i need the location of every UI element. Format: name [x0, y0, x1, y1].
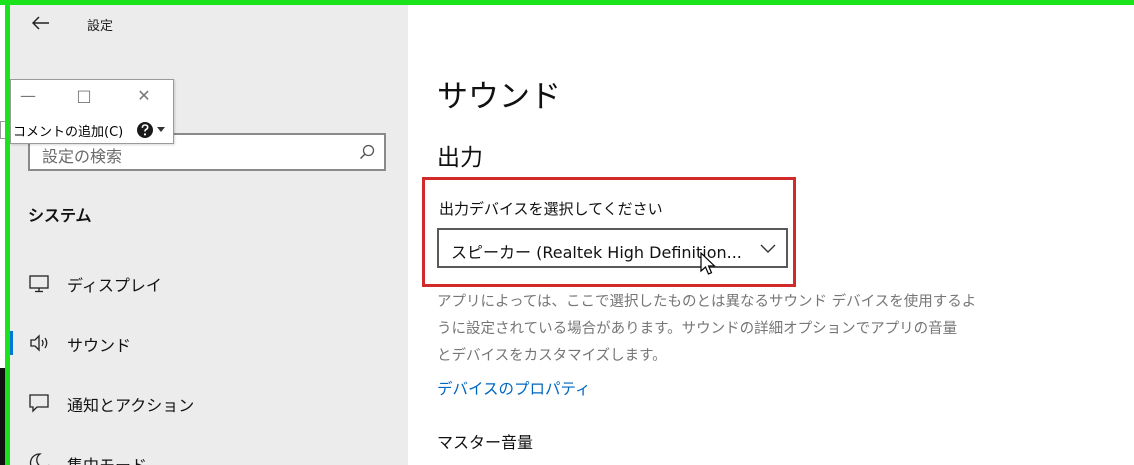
help-dropdown-arrow-icon[interactable]: [157, 127, 165, 132]
selected-indicator: [10, 331, 13, 355]
sidebar-item-label: 集中モード: [67, 452, 147, 465]
window-title: 設定: [87, 19, 114, 34]
search-placeholder: 設定の検索: [42, 147, 123, 166]
green-frame-top: [0, 0, 1134, 5]
search-icon[interactable]: [359, 144, 375, 160]
description-line: とデバイスをカスタマイズします。: [437, 348, 667, 364]
maximize-button[interactable]: □: [69, 84, 99, 108]
sidebar-item-notifications[interactable]: 通知とアクション: [10, 383, 408, 423]
sidebar-item-label: 通知とアクション: [67, 396, 195, 415]
green-frame-left: [5, 0, 10, 465]
toolbar-titlebar: — □ ✕: [11, 80, 173, 114]
output-heading: 出力: [437, 145, 483, 171]
master-volume-label: マスター音量: [437, 433, 534, 452]
toolbar-row: コメントの追加(C): [11, 118, 173, 142]
chevron-down-icon: [760, 244, 776, 253]
back-arrow-icon: [31, 16, 49, 30]
settings-sidebar: 設定 設定の検索 システム ディスプレイ サウンド 通知とアクション: [10, 5, 408, 465]
description-line: アプリによっては、ここで選択したものとは異なるサウンド デバイスを使用するよ: [437, 294, 977, 310]
device-properties-link[interactable]: デバイスのプロパティ: [437, 377, 591, 399]
mouse-cursor-icon: [700, 252, 716, 275]
speaker-icon: [30, 334, 48, 352]
add-comment-toolbar-window: — □ ✕ コメントの追加(C): [10, 79, 174, 144]
description-line: うに設定されている場合があります。サウンドの詳細オプションでアプリの音量: [437, 321, 958, 337]
minimize-button[interactable]: —: [13, 84, 43, 108]
sidebar-item-display[interactable]: ディスプレイ: [10, 263, 408, 303]
moon-icon: [29, 453, 50, 465]
device-description: アプリによっては、ここで選択したものとは異なるサウンド デバイスを使用するよ う…: [437, 289, 1007, 370]
add-comment-button[interactable]: コメントの追加(C): [13, 121, 123, 140]
sidebar-item-sound[interactable]: サウンド: [10, 323, 408, 363]
section-title-system: システム: [28, 206, 92, 225]
monitor-icon: [29, 275, 49, 293]
output-device-dropdown[interactable]: スピーカー (Realtek High Definition...: [437, 228, 788, 268]
close-button[interactable]: ✕: [129, 84, 159, 108]
sidebar-item-label: サウンド: [67, 336, 132, 355]
notification-icon: [29, 394, 49, 413]
help-icon[interactable]: [136, 121, 154, 139]
sidebar-item-focus-mode[interactable]: 集中モード: [10, 443, 408, 465]
page-title: サウンド: [437, 79, 561, 115]
selected-device-value: スピーカー (Realtek High Definition...: [451, 243, 742, 262]
sidebar-item-label: ディスプレイ: [67, 276, 162, 295]
sound-settings-page: サウンド 出力 出力デバイスを選択してください スピーカー (Realtek H…: [408, 5, 1134, 465]
back-button[interactable]: [26, 11, 56, 35]
output-device-label: 出力デバイスを選択してください: [439, 200, 663, 218]
